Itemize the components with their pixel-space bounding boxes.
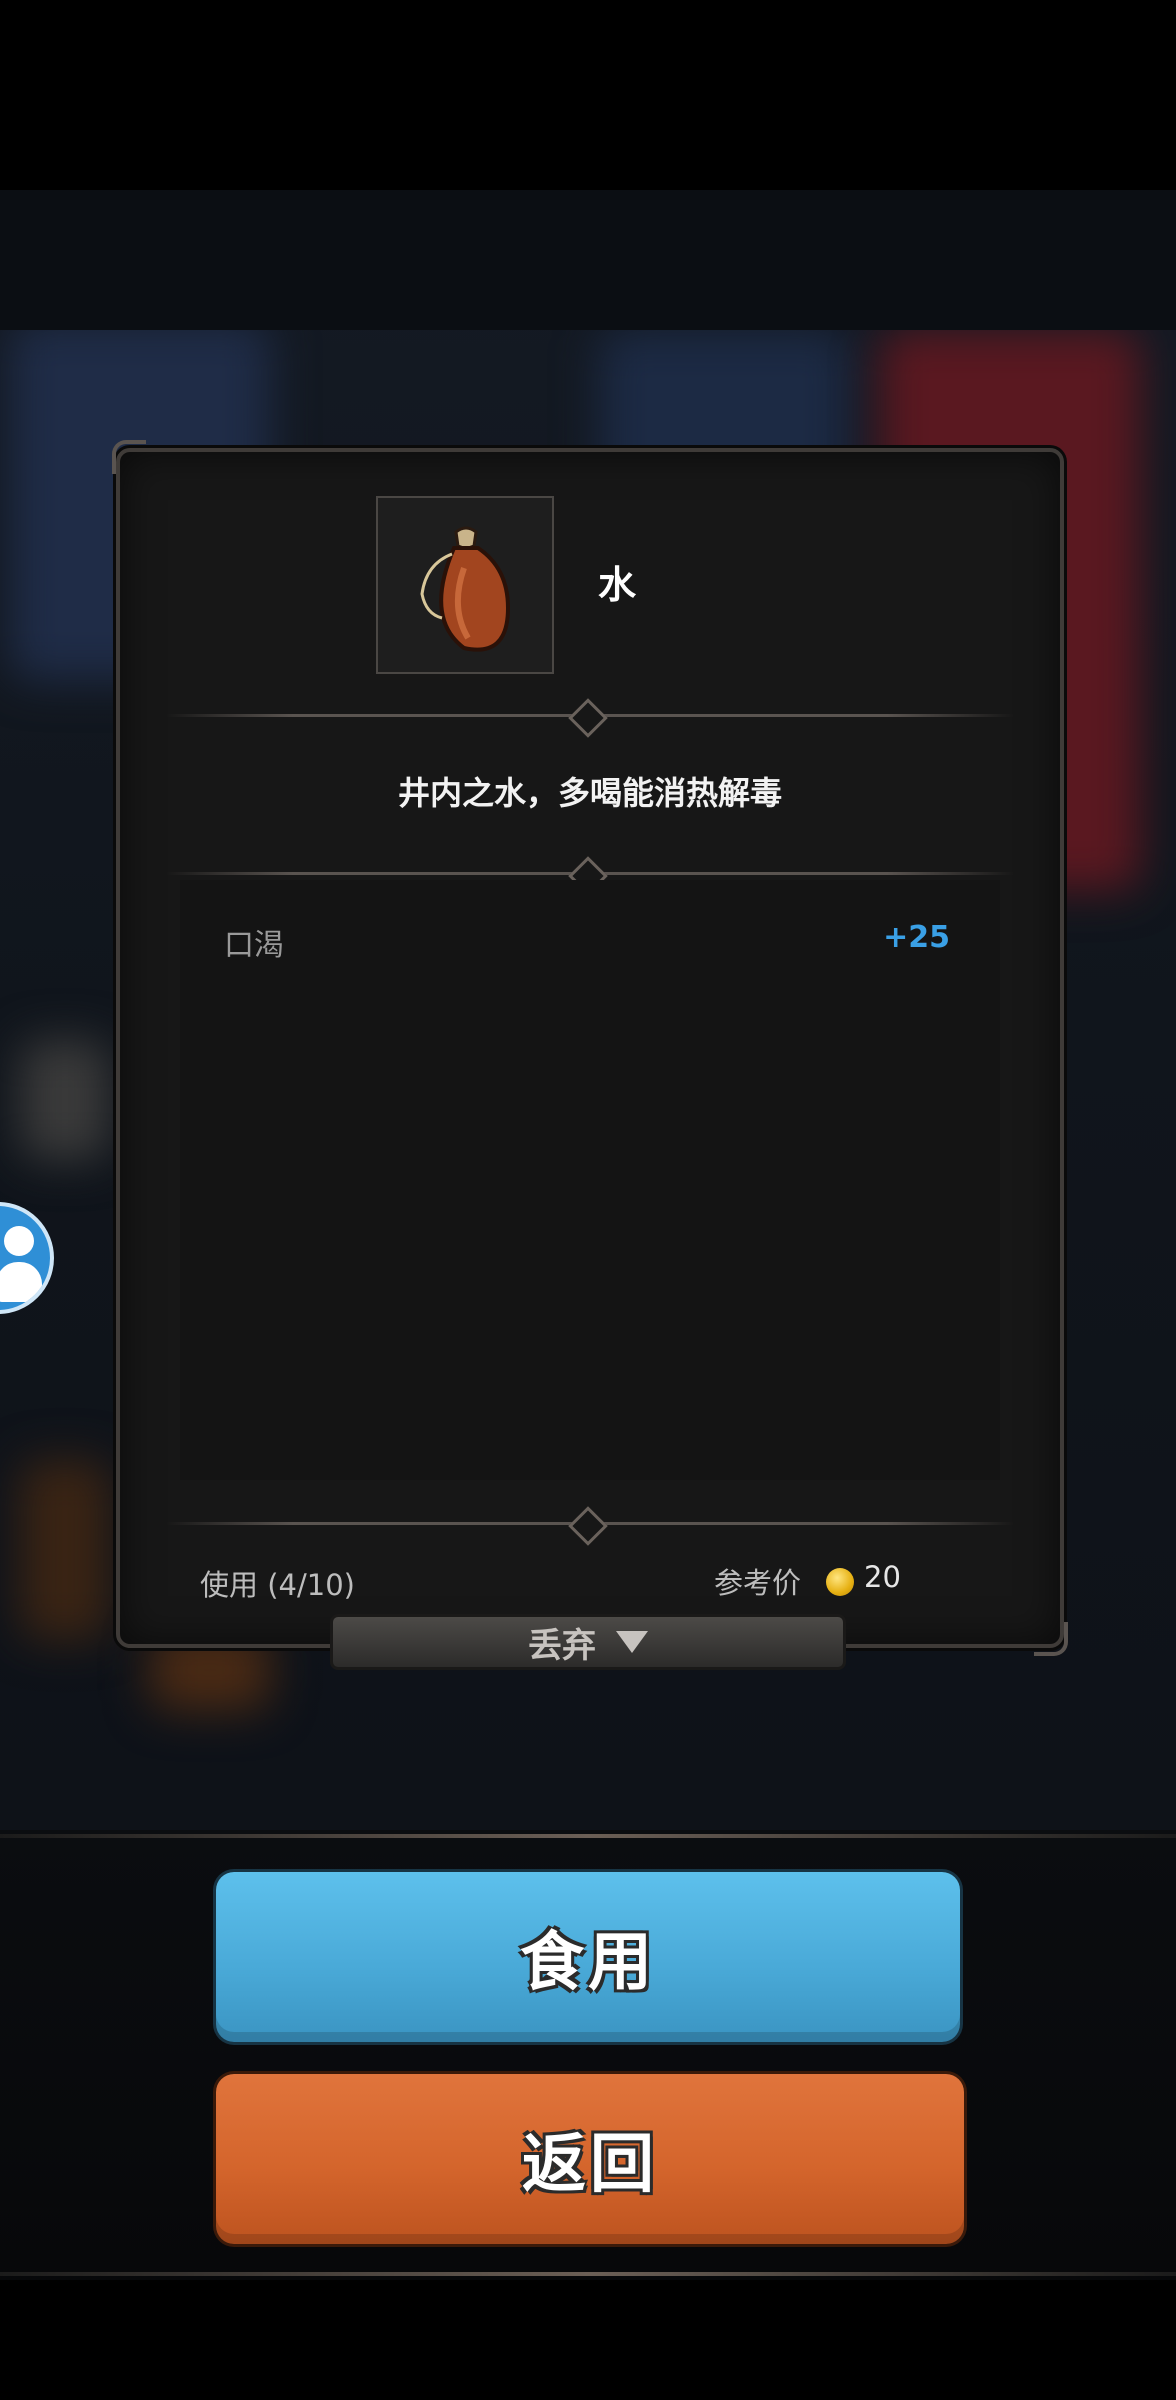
action-bar-top-border	[0, 1834, 1176, 1838]
eat-button[interactable]: 食用	[216, 1872, 960, 2042]
item-icon-frame	[376, 496, 554, 674]
usage-count: 使用 (4/10)	[200, 1568, 355, 1602]
action-bar-bottom-border	[0, 2272, 1176, 2276]
stat-value-thirst: +25	[883, 920, 950, 955]
item-description: 井内之水，多喝能消热解毒	[397, 774, 782, 812]
discard-label: 丢弃	[528, 1625, 596, 1666]
back-button[interactable]: 返回	[216, 2074, 964, 2244]
divider	[166, 856, 1014, 896]
stat-label-thirst: 口渴	[224, 928, 284, 963]
divider	[166, 698, 1014, 738]
bg-slot-1	[20, 1040, 110, 1160]
price-label: 参考价	[714, 1566, 802, 1600]
stats-area	[180, 880, 1000, 1480]
panel-corner-ornament	[112, 440, 146, 474]
water-gourd-icon	[420, 526, 511, 652]
item-name: 水	[598, 563, 637, 607]
coin-icon	[826, 1568, 854, 1596]
divider	[166, 1506, 1014, 1546]
price-value: 20	[864, 1560, 901, 1594]
triangle-down-icon	[616, 1631, 648, 1653]
back-button-label: 返回	[522, 2128, 658, 2202]
bg-slot-2	[20, 1460, 110, 1640]
eat-button-label: 食用	[520, 1926, 656, 2000]
top-bar	[0, 190, 1176, 330]
panel-corner-ornament	[1034, 1622, 1068, 1656]
discard-button[interactable]: 丢弃	[330, 1614, 846, 1670]
item-detail-panel: 水 井内之水，多喝能消热解毒 口渴 +25 使用 (4/10) 参考价 20	[112, 440, 1068, 1656]
